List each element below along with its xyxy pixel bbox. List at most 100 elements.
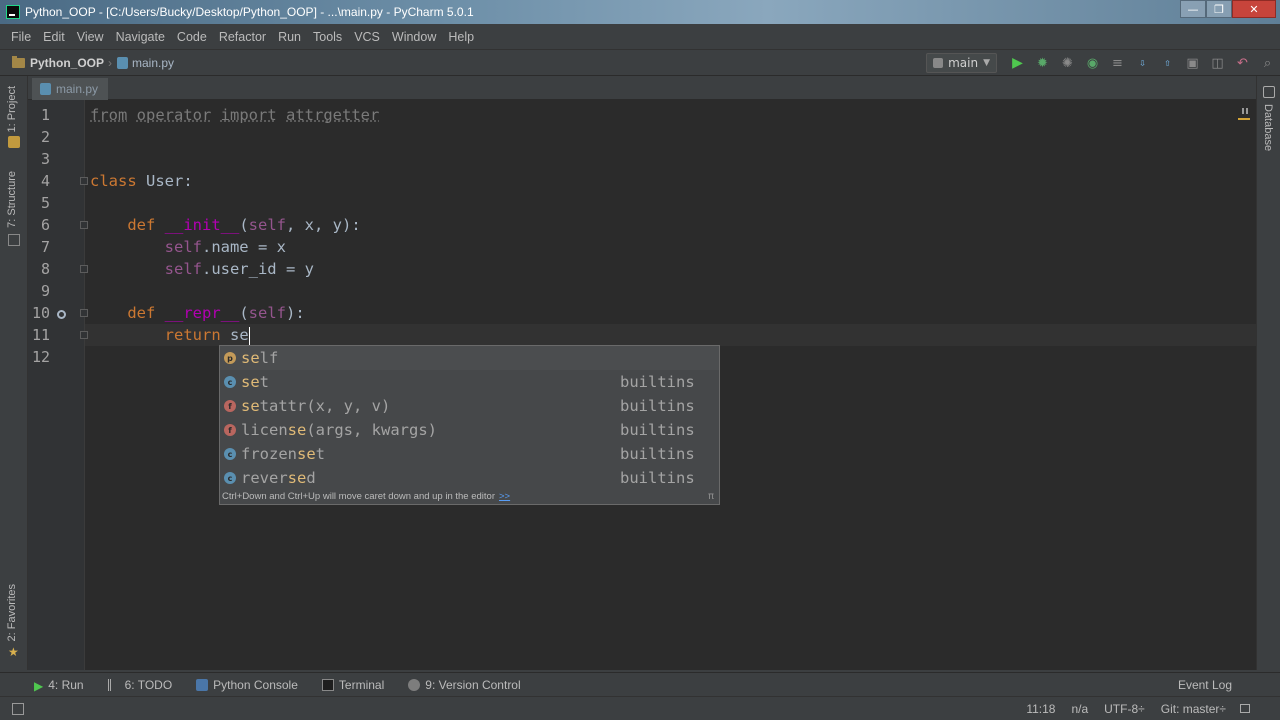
text-cursor [248, 326, 251, 345]
menu-code[interactable]: Code [171, 30, 213, 44]
tool-tab-project[interactable]: 1: Project [6, 86, 18, 132]
close-button[interactable]: ✕ [1232, 0, 1276, 18]
completion-match: se [241, 349, 260, 367]
menu-tools[interactable]: Tools [307, 30, 348, 44]
window-title: Python_OOP - [C:/Users/Bucky/Desktop/Pyt… [25, 5, 474, 19]
run-icon[interactable]: ▶ [1005, 52, 1030, 74]
fold-marker-icon[interactable] [80, 309, 88, 317]
module-name: operator [136, 106, 212, 124]
tool-tab-structure[interactable]: 7: Structure [6, 171, 18, 228]
run-configuration-label: main [948, 56, 979, 70]
profile-icon[interactable]: ◉ [1080, 52, 1105, 74]
git-branch[interactable]: Git: master÷ [1161, 702, 1226, 716]
code-line-10: def __repr__(self): [90, 302, 379, 324]
completion-hint-more-link[interactable]: >> [499, 491, 510, 502]
concurrency-icon[interactable]: ≡ [1105, 52, 1130, 74]
tool-window-python-console[interactable]: Python Console [184, 678, 310, 692]
todo-icon [107, 678, 120, 691]
left-tool-strip: 1: Project 7: Structure 2: Favorites ★ [0, 76, 28, 670]
coverage-icon[interactable]: ✺ [1055, 52, 1080, 74]
database-icon [1263, 86, 1275, 98]
self-keyword: self [164, 238, 202, 256]
self-keyword: self [164, 260, 202, 278]
menu-window[interactable]: Window [386, 30, 442, 44]
completion-item[interactable]: c rever se d builtins [220, 466, 719, 490]
completion-suffix: tattr(x, y, v) [259, 397, 391, 415]
completion-hint: Ctrl+Down and Ctrl+Up will move caret do… [222, 491, 510, 502]
lock-icon[interactable] [1240, 704, 1250, 713]
breadcrumb-project-label: Python_OOP [30, 55, 105, 70]
vcs-update-icon[interactable]: ⇩ [1130, 52, 1155, 74]
menu-view[interactable]: View [71, 30, 110, 44]
tool-window-event-log[interactable]: Event Log [1166, 678, 1244, 692]
tool-windows-toggle-icon[interactable] [12, 702, 24, 715]
history-icon[interactable]: ◫ [1205, 52, 1230, 74]
minimize-button[interactable]: — [1180, 0, 1206, 18]
caret-position[interactable]: 11:18 [1026, 702, 1055, 716]
project-icon [8, 136, 20, 148]
menu-run[interactable]: Run [272, 30, 307, 44]
breadcrumb-file[interactable]: main.py [117, 56, 179, 70]
breadcrumb-project[interactable]: Python_OOP › [0, 55, 117, 70]
structure-icon [8, 234, 20, 246]
pi-icon[interactable]: π [708, 491, 714, 502]
menu-vcs[interactable]: VCS [348, 30, 386, 44]
completion-suffix: t [315, 445, 326, 463]
tool-tab-database[interactable]: Database [1262, 104, 1274, 151]
editor-tab-bar: main.py [28, 76, 1256, 100]
completion-type: builtins [620, 373, 695, 391]
completion-item[interactable]: f se tattr(x, y, v) builtins [220, 394, 719, 418]
completion-prefix: frozen [241, 445, 297, 463]
completion-prefix: licen [241, 421, 288, 439]
status-widgets: 11:18 n/a UTF-8÷ Git: master÷ [1010, 702, 1250, 716]
maximize-button[interactable]: ❐ [1206, 0, 1232, 18]
line-number: 6 [40, 216, 50, 234]
line-number: 11 [31, 326, 50, 344]
editor-gutter: 1 2 3 4 5 6 7 8 9 10 11 12 [28, 100, 88, 670]
menu-refactor[interactable]: Refactor [213, 30, 272, 44]
menu-file[interactable]: File [5, 30, 37, 44]
completion-prefix: rever [241, 469, 288, 487]
completion-hint-text: Ctrl+Down and Ctrl+Up will move caret do… [222, 491, 495, 502]
tool-window-terminal[interactable]: Terminal [310, 678, 396, 692]
fold-marker-icon[interactable] [80, 221, 88, 229]
completion-item[interactable]: c frozen se t builtins [220, 442, 719, 466]
completion-type: builtins [620, 397, 695, 415]
line-separator[interactable]: n/a [1071, 702, 1088, 716]
inspection-status-icon[interactable] [1242, 108, 1248, 114]
completion-suffix: lf [259, 349, 279, 367]
completion-item[interactable]: p se lf [220, 346, 719, 370]
vcs-commit-icon[interactable]: ⇧ [1155, 52, 1180, 74]
tool-window-version-control[interactable]: 9: Version Control [396, 678, 532, 692]
fold-marker-icon[interactable] [80, 331, 88, 339]
tool-window-run[interactable]: ▶ 4: Run [0, 678, 96, 693]
file-encoding[interactable]: UTF-8÷ [1104, 702, 1145, 716]
completion-item[interactable]: c se t builtins [220, 370, 719, 394]
fold-marker-icon[interactable] [80, 177, 88, 185]
keyword: return [164, 326, 221, 344]
menu-help[interactable]: Help [442, 30, 480, 44]
fold-marker-icon[interactable] [80, 265, 88, 273]
star-icon: ★ [8, 645, 19, 659]
override-method-icon[interactable] [57, 310, 66, 319]
menu-navigate[interactable]: Navigate [110, 30, 171, 44]
debug-icon[interactable]: ✹ [1030, 52, 1055, 74]
completion-item[interactable]: f licen se (args, kwargs) builtins [220, 418, 719, 442]
revert-icon[interactable]: ↶ [1230, 52, 1255, 74]
run-configuration-select[interactable]: main ▼ [926, 53, 997, 73]
editor-tab-main-py[interactable]: main.py [32, 78, 108, 100]
menu-edit[interactable]: Edit [37, 30, 71, 44]
keyword: import [220, 106, 277, 124]
completion-suffix: t [259, 373, 270, 391]
breadcrumb-file-label: main.py [132, 55, 175, 70]
completion-match: se [287, 469, 307, 487]
editor-tab-label: main.py [56, 82, 99, 96]
tool-window-todo[interactable]: 6: TODO [96, 678, 185, 692]
tool-tab-favorites[interactable]: 2: Favorites [6, 584, 18, 641]
code-text: .name = x [201, 238, 286, 256]
compare-icon[interactable]: ▣ [1180, 52, 1205, 74]
search-icon[interactable]: ⌕ [1255, 52, 1280, 74]
warning-stripe-marker[interactable] [1238, 118, 1250, 120]
